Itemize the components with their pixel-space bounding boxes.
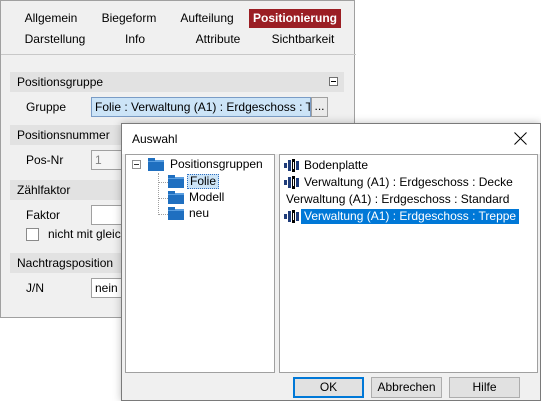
- folder-icon: [148, 158, 164, 171]
- tree-connector: [158, 173, 159, 215]
- section-title: Positionsnummer: [17, 128, 110, 142]
- section-positionsgruppe[interactable]: Positionsgruppe: [10, 72, 344, 92]
- list-item[interactable]: Verwaltung (A1) : Erdgeschoss : Decke: [284, 175, 534, 190]
- tab-biegeform[interactable]: Biegeform: [93, 9, 165, 28]
- list-item-label: Verwaltung (A1) : Erdgeschoss : Decke: [304, 175, 513, 189]
- collapse-icon[interactable]: [329, 77, 338, 86]
- layer-icon: [284, 176, 299, 189]
- layer-list[interactable]: Bodenplatte Verwaltung (A1) : Erdgeschos…: [279, 154, 538, 373]
- tab-positionierung[interactable]: Positionierung: [249, 9, 341, 28]
- group-tree[interactable]: Positionsgruppen Folie Modell neu: [125, 154, 275, 373]
- faktor-label: Faktor: [26, 208, 61, 222]
- gruppe-field[interactable]: Folie : Verwaltung (A1) : Erdgeschoss : …: [91, 97, 311, 117]
- tab-divider: [1, 54, 356, 55]
- list-item[interactable]: Verwaltung (A1) : Erdgeschoss : Standard: [284, 192, 534, 207]
- folder-icon: [168, 207, 184, 220]
- tree-connector: [158, 214, 168, 215]
- dialog-title: Auswahl: [132, 132, 178, 146]
- tab-darstellung[interactable]: Darstellung: [15, 30, 95, 49]
- section-title: Zählfaktor: [17, 183, 71, 197]
- tree-node-neu[interactable]: neu: [187, 206, 211, 221]
- tree-connector: [158, 198, 168, 199]
- tab-aufteilung[interactable]: Aufteilung: [169, 9, 245, 28]
- tab-info[interactable]: Info: [107, 30, 163, 49]
- tab-allgemein[interactable]: Allgemein: [15, 9, 87, 28]
- browse-button[interactable]: ...: [311, 97, 328, 117]
- tree-connector: [158, 182, 168, 183]
- layer-icon: [284, 159, 299, 172]
- auswahl-dialog: Auswahl Positionsgruppen Folie Modell ne…: [121, 123, 541, 401]
- section-title: Nachtragsposition: [17, 256, 114, 270]
- ok-button[interactable]: OK: [293, 377, 364, 398]
- nicht-mit-gleich-checkbox[interactable]: [26, 228, 39, 241]
- tree-node-root[interactable]: Positionsgruppen: [168, 157, 265, 172]
- list-item-label: Verwaltung (A1) : Erdgeschoss : Treppe: [301, 209, 520, 224]
- gruppe-label: Gruppe: [26, 100, 67, 114]
- section-title: Positionsgruppe: [17, 75, 104, 89]
- folder-icon: [168, 191, 184, 204]
- list-item[interactable]: Bodenplatte: [284, 158, 534, 173]
- tab-attribute[interactable]: Attribute: [181, 30, 255, 49]
- posnr-label: Pos-Nr: [26, 153, 64, 167]
- collapse-icon[interactable]: [132, 160, 141, 169]
- tab-sichtbarkeit[interactable]: Sichtbarkeit: [263, 30, 343, 49]
- list-item-label: Bodenplatte: [304, 158, 369, 172]
- folder-icon: [168, 175, 184, 188]
- layer-icon: [284, 210, 299, 223]
- tree-node-folie[interactable]: Folie: [187, 174, 220, 189]
- dialog-titlebar[interactable]: Auswahl: [122, 124, 540, 154]
- cancel-button[interactable]: Abbrechen: [371, 377, 442, 398]
- tree-node-modell[interactable]: Modell: [187, 190, 226, 205]
- help-button[interactable]: Hilfe: [449, 377, 520, 398]
- jn-label: J/N: [26, 281, 44, 295]
- list-item-selected[interactable]: Verwaltung (A1) : Erdgeschoss : Treppe: [284, 209, 534, 224]
- list-item-label: Verwaltung (A1) : Erdgeschoss : Standard: [286, 192, 510, 206]
- checkbox-label: nicht mit gleic: [48, 227, 121, 241]
- close-icon[interactable]: [514, 131, 528, 145]
